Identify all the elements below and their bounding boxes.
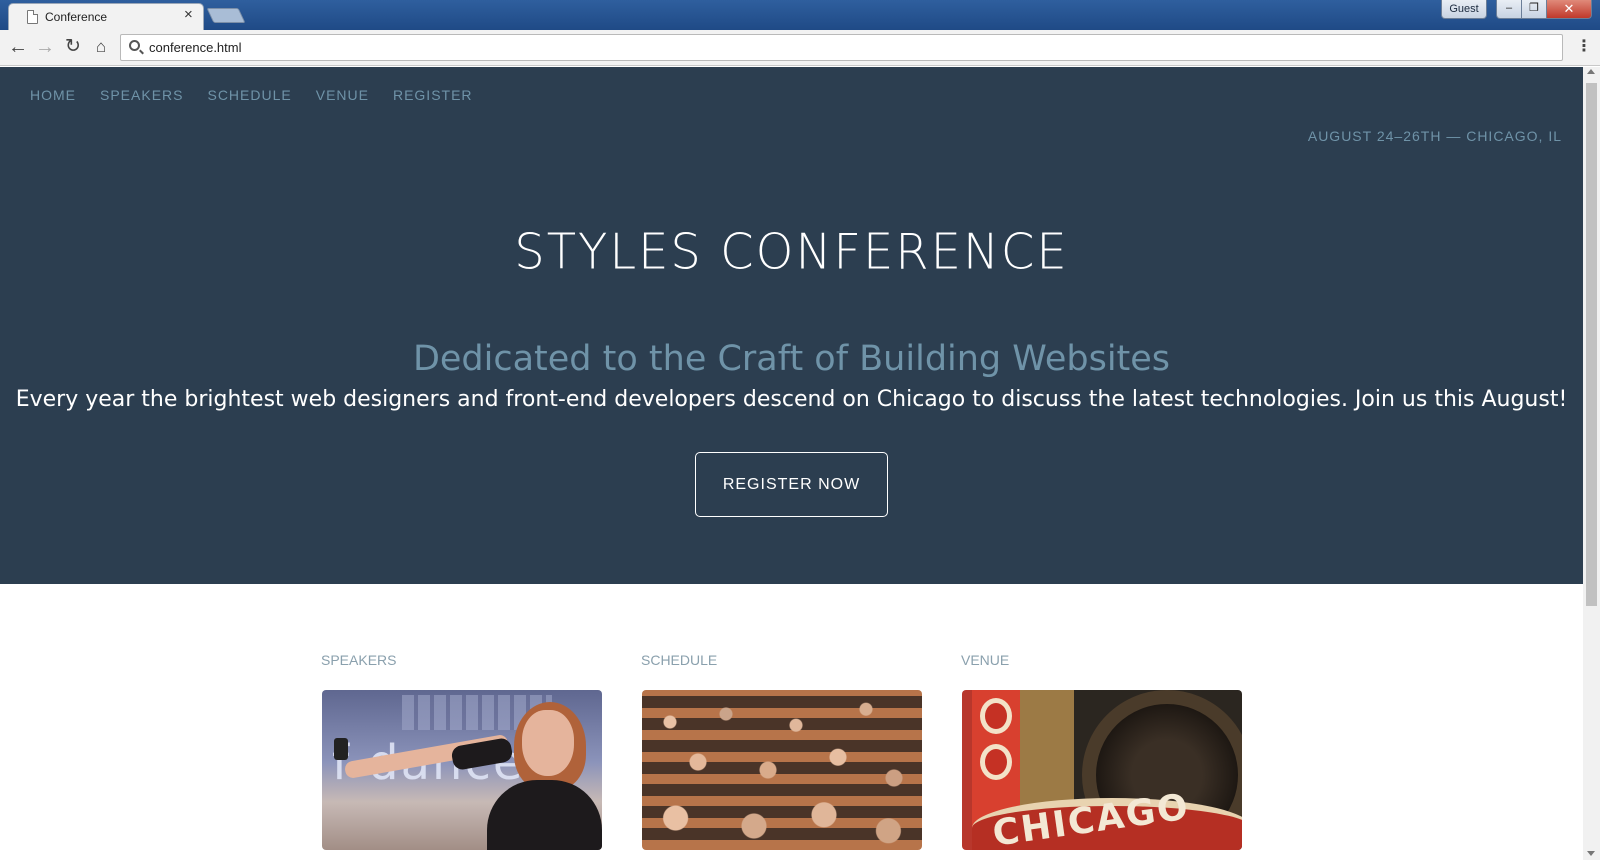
nav-home[interactable]: HOME [30, 87, 76, 103]
address-bar[interactable]: conference.html [120, 34, 1563, 61]
primary-nav: HOME SPEAKERS SCHEDULE VENUE REGISTER [30, 87, 497, 103]
browser-toolbar: ← → ↻ ⌂ conference.html ⋮ [0, 30, 1600, 66]
hero-lead: Every year the brightest web designers a… [15, 387, 1568, 412]
register-now-button[interactable]: REGISTER NOW [695, 452, 888, 517]
teaser-heading[interactable]: VENUE [961, 652, 1242, 668]
audience-photo[interactable] [642, 690, 922, 850]
close-window-button[interactable]: ✕ [1546, 0, 1592, 19]
teaser-speakers[interactable]: SPEAKERS f dance [321, 652, 602, 850]
event-date: AUGUST 24–26TH — CHICAGO, IL [1307, 128, 1562, 144]
minimize-button[interactable]: – [1496, 0, 1522, 19]
reload-icon[interactable]: ↻ [61, 36, 85, 60]
chicago-theatre-photo[interactable]: CHICAGO [962, 690, 1242, 850]
hero-section: HOME SPEAKERS SCHEDULE VENUE REGISTER AU… [0, 67, 1583, 584]
new-tab-button[interactable] [206, 8, 246, 23]
profile-button[interactable]: Guest [1441, 0, 1487, 19]
scroll-thumb[interactable] [1586, 83, 1597, 606]
search-icon [129, 40, 140, 51]
browser-titlebar: Conference × Guest – ❐ ✕ [0, 0, 1600, 30]
forward-arrow-icon[interactable]: → [33, 36, 57, 60]
hero-title: STYLES CONFERENCE [514, 223, 1069, 281]
speaker-photo[interactable]: f dance [322, 690, 602, 850]
teaser-schedule[interactable]: SCHEDULE [641, 652, 922, 850]
tab-close-icon[interactable]: × [184, 6, 193, 23]
browser-tab[interactable]: Conference × [8, 3, 204, 30]
speaker-head [522, 710, 574, 776]
home-icon[interactable]: ⌂ [89, 36, 113, 60]
nav-register[interactable]: REGISTER [393, 87, 473, 103]
address-text[interactable]: conference.html [149, 40, 242, 55]
nav-schedule[interactable]: SCHEDULE [207, 87, 291, 103]
tab-title: Conference [45, 10, 108, 24]
scroll-up-arrow-icon[interactable] [1587, 69, 1595, 74]
teaser-heading[interactable]: SCHEDULE [641, 652, 922, 668]
hero-subtitle: Dedicated to the Craft of Building Websi… [412, 339, 1171, 379]
page-viewport: HOME SPEAKERS SCHEDULE VENUE REGISTER AU… [0, 67, 1583, 860]
speaker-body [487, 780, 602, 850]
sign-letter [980, 698, 1012, 734]
teaser-venue[interactable]: VENUE CHICAGO [961, 652, 1242, 850]
page-icon [27, 10, 38, 24]
teaser-heading[interactable]: SPEAKERS [321, 652, 602, 668]
page-scrollbar[interactable] [1583, 67, 1600, 860]
nav-speakers[interactable]: SPEAKERS [100, 87, 183, 103]
nav-venue[interactable]: VENUE [316, 87, 369, 103]
browser-menu-icon[interactable]: ⋮ [1575, 38, 1593, 58]
scroll-down-arrow-icon[interactable] [1587, 851, 1595, 856]
back-arrow-icon[interactable]: ← [6, 36, 30, 60]
presentation-clicker [334, 738, 348, 760]
maximize-button[interactable]: ❐ [1521, 0, 1547, 19]
sign-letter [980, 744, 1012, 780]
